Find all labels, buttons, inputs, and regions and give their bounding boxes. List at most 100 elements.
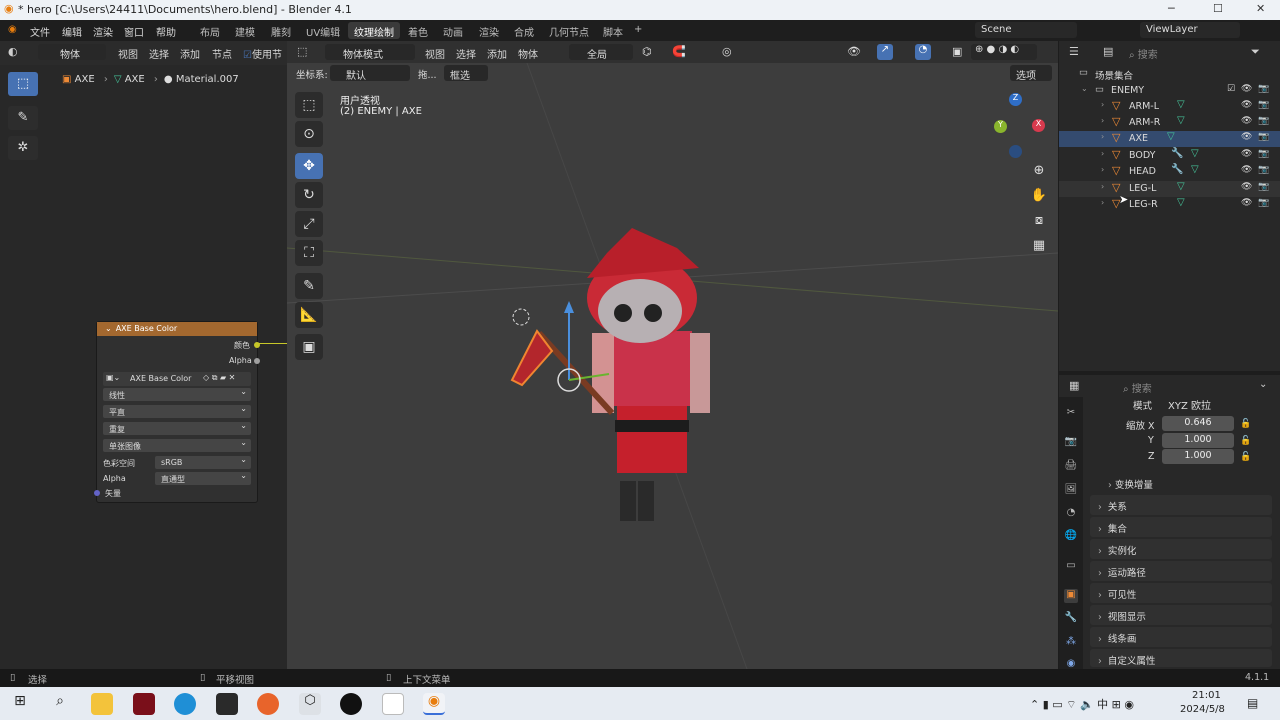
editor-mode-dropdown[interactable]: 物体 bbox=[38, 44, 106, 61]
notification-icon[interactable]: ▤ bbox=[1247, 696, 1258, 710]
menu-add[interactable]: 添加 bbox=[180, 46, 200, 61]
viewport-menu-object[interactable]: 物体 bbox=[518, 46, 538, 61]
transform-tool[interactable]: ⛶ bbox=[295, 240, 323, 266]
image-browse-icon[interactable]: ▣⌄ bbox=[106, 373, 120, 382]
modifier-wrench-icon[interactable]: 🔧 bbox=[1171, 148, 1183, 159]
object-mode-dropdown[interactable]: 物体模式 bbox=[325, 44, 415, 61]
ortho-toggle-icon[interactable]: ▦ bbox=[1028, 235, 1050, 257]
scene-tab-icon[interactable]: ◔ bbox=[1064, 507, 1078, 521]
scale-z-field[interactable]: 1.000 bbox=[1162, 449, 1234, 464]
lock-scale-x-icon[interactable]: 🔓 bbox=[1240, 419, 1251, 429]
alpha-mode-dropdown[interactable]: 直通型 bbox=[155, 471, 251, 485]
tab-modeling[interactable]: 建模 bbox=[229, 22, 261, 39]
tab-layout[interactable]: 布局 bbox=[194, 22, 226, 39]
outliner-item-axe[interactable]: › ▽ AXE ▽ 👁 📷 bbox=[1059, 131, 1280, 147]
mesh-data-icon[interactable]: ▽ bbox=[1177, 99, 1185, 110]
scene-collection-row[interactable]: ▭ 场景集合 bbox=[1059, 66, 1280, 82]
menu-help[interactable]: 帮助 bbox=[156, 24, 176, 39]
tab-scripting[interactable]: 脚本 bbox=[597, 22, 629, 39]
mesh-data-icon[interactable]: ▽ bbox=[1167, 131, 1175, 142]
3d-cursor-icon[interactable] bbox=[512, 308, 530, 326]
outliner-item-arm-r[interactable]: › ▽ ARM-R ▽ 👁 📷 bbox=[1059, 115, 1280, 131]
delta-transform-subpanel[interactable]: › 变换增量 bbox=[1108, 477, 1153, 491]
maximize-button[interactable]: ☐ bbox=[1213, 2, 1223, 15]
output-alpha-socket[interactable] bbox=[254, 358, 260, 364]
transform-orientation-dropdown[interactable]: 全局 bbox=[569, 44, 633, 61]
minimize-button[interactable]: ─ bbox=[1168, 2, 1175, 15]
visibility-icon[interactable]: 👁 bbox=[847, 45, 861, 58]
nav-gizmo-z[interactable]: Z bbox=[1009, 93, 1022, 106]
tab-rendering[interactable]: 渲染 bbox=[473, 22, 505, 39]
tab-animation[interactable]: 动画 bbox=[437, 22, 469, 39]
use-nodes-checkbox[interactable]: ☑使用节 bbox=[243, 46, 282, 61]
tab-uv-editing[interactable]: UV编辑 bbox=[300, 22, 346, 39]
editor-type-icon[interactable]: ◐ bbox=[8, 45, 18, 58]
outliner-item-body[interactable]: › ▽ BODY 🔧 ▽ 👁 📷 bbox=[1059, 148, 1280, 164]
coord-system-dropdown[interactable]: 默认 bbox=[330, 65, 410, 82]
app-red-icon[interactable] bbox=[133, 693, 155, 715]
app-colorful-icon[interactable] bbox=[216, 693, 238, 715]
camera-view-icon[interactable]: ⧇ bbox=[1028, 210, 1050, 232]
motion-paths-section[interactable]: 运动路径 bbox=[1090, 561, 1272, 581]
annotate-tool-button[interactable]: ✎ bbox=[8, 106, 38, 130]
viewport-editor-type-icon[interactable]: ⬚ bbox=[297, 45, 307, 58]
outliner-item-leg-l[interactable]: › ▽ LEG-L ▽ 👁 📷 bbox=[1059, 181, 1280, 197]
outliner-item-arm-l[interactable]: › ▽ ARM-L ▽ 👁 📷 bbox=[1059, 99, 1280, 115]
options-dropdown[interactable]: 选项 bbox=[1010, 65, 1052, 82]
vector-input-socket[interactable] bbox=[94, 490, 100, 496]
outliner-item-head[interactable]: › ▽ HEAD 🔧 ▽ 👁 📷 bbox=[1059, 164, 1280, 180]
relations-section[interactable]: 关系 bbox=[1090, 495, 1272, 515]
nav-gizmo-y[interactable]: Y bbox=[994, 120, 1007, 133]
tray-icons[interactable]: ⌃ ▮ ▭ ⌔ 🔈 中 ⊞ ◉ bbox=[1030, 696, 1134, 712]
eye-icon[interactable]: 👁 bbox=[1241, 149, 1252, 159]
breadcrumb-mesh[interactable]: AXE bbox=[125, 74, 145, 85]
tab-texture-paint[interactable]: 纹理绘制 bbox=[348, 22, 400, 39]
rotate-tool[interactable]: ↻ bbox=[295, 182, 323, 208]
snap-icon[interactable]: 🧲 bbox=[672, 45, 686, 58]
move-tool[interactable]: ✥ bbox=[295, 153, 323, 179]
search-icon[interactable]: ⌕ bbox=[49, 693, 71, 715]
collections-section[interactable]: 集合 bbox=[1090, 517, 1272, 537]
eye-icon[interactable]: 👁 bbox=[1241, 132, 1252, 142]
extension-dropdown[interactable]: 重复 bbox=[103, 421, 251, 435]
render-tab-icon[interactable]: 📷 bbox=[1064, 436, 1078, 450]
properties-type-icon[interactable]: ▦ bbox=[1069, 379, 1079, 392]
menu-view[interactable]: 视图 bbox=[118, 46, 138, 61]
camera-icon[interactable]: 📷 bbox=[1258, 182, 1269, 192]
eye-icon[interactable]: 👁 bbox=[1241, 100, 1252, 110]
mesh-data-icon[interactable]: ▽ bbox=[1177, 197, 1185, 208]
camera-icon[interactable]: 📷 bbox=[1258, 165, 1269, 175]
menu-render[interactable]: 渲染 bbox=[93, 24, 113, 39]
overlay-toggle-icon[interactable]: ◔ bbox=[915, 44, 931, 60]
menu-window[interactable]: 窗口 bbox=[124, 24, 144, 39]
menu-node[interactable]: 节点 bbox=[212, 46, 232, 61]
mesh-data-icon[interactable]: ▽ bbox=[1191, 148, 1199, 159]
outliner-panel[interactable]: ☰ ▤ ⌕ 搜索 ⏷ ▭ 场景集合 ⌄ ▭ ENEMY ☑ 👁 📷 › ▽ ARM-… bbox=[1059, 41, 1280, 371]
world-tab-icon[interactable]: 🌐 bbox=[1064, 530, 1078, 544]
file-explorer-icon[interactable] bbox=[91, 693, 113, 715]
scale-tool[interactable]: ⤢ bbox=[295, 211, 323, 237]
outliner-item-leg-r[interactable]: › ▽ LEG-R ▽ 👁 📷 bbox=[1059, 197, 1280, 213]
pan-hand-icon[interactable]: ✋ bbox=[1028, 185, 1050, 207]
eye-icon[interactable]: 👁 bbox=[1241, 182, 1252, 192]
custom-properties-section[interactable]: 自定义属性 bbox=[1090, 649, 1272, 667]
zoom-icon[interactable]: ⊕ bbox=[1028, 160, 1050, 182]
image-selector[interactable]: ▣⌄ AXE Base Color ◇ ⧉ ▰ ✕ bbox=[103, 372, 251, 386]
unity-icon[interactable]: ⬡ bbox=[299, 693, 321, 715]
pivot-icon[interactable]: ⌬ bbox=[642, 45, 652, 58]
tab-compositing[interactable]: 合成 bbox=[508, 22, 540, 39]
drag-dropdown[interactable]: 拖... bbox=[418, 67, 437, 81]
instancing-section[interactable]: 实例化 bbox=[1090, 539, 1272, 559]
camera-icon[interactable]: 📷 bbox=[1258, 84, 1269, 94]
add-cube-tool[interactable]: ▣ bbox=[295, 334, 323, 360]
properties-options-icon[interactable]: ⌄ bbox=[1259, 379, 1267, 390]
select-box-tool[interactable]: ⬚ bbox=[295, 92, 323, 118]
rotation-mode-dropdown[interactable]: XYZ 欧拉 bbox=[1162, 395, 1234, 412]
eye-icon[interactable]: 👁 bbox=[1241, 198, 1252, 208]
3d-viewport[interactable]: 用户透视 (2) ENEMY | AXE Z X Y bbox=[287, 63, 1058, 669]
menu-file[interactable]: 文件 bbox=[30, 24, 50, 39]
projection-dropdown[interactable]: 平直 bbox=[103, 404, 251, 418]
line-art-section[interactable]: 线条画 bbox=[1090, 627, 1272, 647]
notepad-icon[interactable] bbox=[382, 693, 404, 715]
collection-tab-icon[interactable]: ▭ bbox=[1064, 560, 1078, 574]
